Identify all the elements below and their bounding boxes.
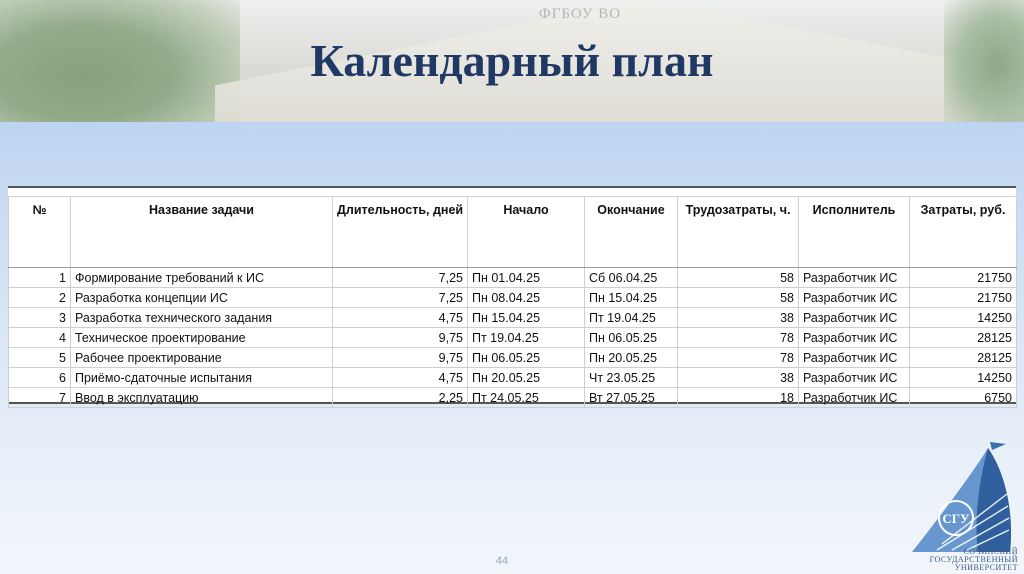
- cell-cost: 21750: [909, 287, 1017, 308]
- cell-finish: Пн 06.05.25: [584, 327, 678, 348]
- cell-cost: 28125: [909, 327, 1017, 348]
- column-header-finish: Окончание: [584, 196, 678, 268]
- table-row: 6 Приёмо-сдаточные испытания 4,75 Пн 20.05.…: [8, 367, 1017, 388]
- table-row: 4 Техническое проектирование 9,75 Пт 19.04.…: [8, 327, 1017, 348]
- cell-duration: 2,25: [332, 387, 468, 408]
- column-header-task-name: Название задачи: [70, 196, 333, 268]
- cell-start: Пн 08.04.25: [467, 287, 585, 308]
- cell-duration: 4,75: [332, 367, 468, 388]
- cell-number: 5: [8, 347, 71, 368]
- cell-labor: 78: [677, 347, 799, 368]
- logo-caption-line: УНИВЕРСИТЕТ: [954, 563, 1018, 572]
- cell-executor: Разработчик ИС: [798, 327, 910, 348]
- column-header-duration: Длительность, дней: [332, 196, 468, 268]
- column-header-number: №: [8, 196, 71, 268]
- cell-number: 2: [8, 287, 71, 308]
- cell-task-name: Формирование требований к ИС: [70, 267, 333, 288]
- cell-number: 1: [8, 267, 71, 288]
- page-title: Календарный план: [310, 35, 714, 86]
- cell-labor: 38: [677, 367, 799, 388]
- cell-task-name: Рабочее проектирование: [70, 347, 333, 368]
- cell-finish: Пт 19.04.25: [584, 307, 678, 328]
- table-header-row: № Название задачи Длительность, дней Нач…: [8, 196, 1017, 268]
- cell-executor: Разработчик ИС: [798, 267, 910, 288]
- cell-start: Пн 15.04.25: [467, 307, 585, 328]
- table-row: 2 Разработка концепции ИС 7,25 Пн 08.04.25 П…: [8, 287, 1017, 308]
- logo-caption: СОЧИНСКИЙ ГОСУДАРСТВЕННЫЙ УНИВЕРСИТЕТ: [930, 548, 1018, 572]
- table-row: 7 Ввод в эксплуатацию 2,25 Пт 24.05.25 Вт 27…: [8, 387, 1017, 408]
- cell-duration: 9,75: [332, 347, 468, 368]
- cell-finish: Чт 23.05.25: [584, 367, 678, 388]
- cell-cost: 28125: [909, 347, 1017, 368]
- column-header-cost: Затраты, руб.: [909, 196, 1017, 268]
- table-row: 1 Формирование требований к ИС 7,25 Пн 01.0…: [8, 267, 1017, 288]
- cell-cost: 14250: [909, 307, 1017, 328]
- cell-task-name: Ввод в эксплуатацию: [70, 387, 333, 408]
- cell-finish: Пн 15.04.25: [584, 287, 678, 308]
- schedule-table: № Название задачи Длительность, дней Нач…: [8, 196, 1017, 408]
- column-header-executor: Исполнитель: [798, 196, 910, 268]
- cell-labor: 18: [677, 387, 799, 408]
- cell-task-name: Техническое проектирование: [70, 327, 333, 348]
- slide-page-number: 44: [495, 555, 509, 567]
- cell-duration: 7,25: [332, 287, 468, 308]
- cell-start: Пт 19.04.25: [467, 327, 585, 348]
- cell-labor: 58: [677, 267, 799, 288]
- cell-executor: Разработчик ИС: [798, 307, 910, 328]
- cell-executor: Разработчик ИС: [798, 367, 910, 388]
- cell-cost: 21750: [909, 267, 1017, 288]
- cell-labor: 58: [677, 287, 799, 308]
- table-row: 5 Рабочее проектирование 9,75 Пн 06.05.25 Пн…: [8, 347, 1017, 368]
- cell-cost: 14250: [909, 367, 1017, 388]
- cell-executor: Разработчик ИС: [798, 287, 910, 308]
- cell-task-name: Разработка концепции ИС: [70, 287, 333, 308]
- cell-start: Пн 06.05.25: [467, 347, 585, 368]
- cell-duration: 4,75: [332, 307, 468, 328]
- column-header-labor: Трудозатраты, ч.: [677, 196, 799, 268]
- cell-finish: Пн 20.05.25: [584, 347, 678, 368]
- cell-number: 4: [8, 327, 71, 348]
- cell-executor: Разработчик ИС: [798, 387, 910, 408]
- cell-labor: 38: [677, 307, 799, 328]
- cell-number: 3: [8, 307, 71, 328]
- table-row: 3 Разработка технического задания 4,75 Пн 1…: [8, 307, 1017, 328]
- logo-abbreviation: СГУ: [942, 511, 970, 526]
- cell-start: Пт 24.05.25: [467, 387, 585, 408]
- cell-labor: 78: [677, 327, 799, 348]
- cell-task-name: Разработка технического задания: [70, 307, 333, 328]
- cell-finish: Сб 06.04.25: [584, 267, 678, 288]
- cell-task-name: Приёмо-сдаточные испытания: [70, 367, 333, 388]
- cell-duration: 9,75: [332, 327, 468, 348]
- cell-start: Пн 01.04.25: [467, 267, 585, 288]
- spreadsheet-table-container: № Название задачи Длительность, дней Нач…: [8, 186, 1017, 408]
- cell-number: 6: [8, 367, 71, 388]
- banner-building-text: ФГБОУ ВО: [538, 6, 622, 22]
- cell-start: Пн 20.05.25: [467, 367, 585, 388]
- cell-number: 7: [8, 387, 71, 408]
- cell-executor: Разработчик ИС: [798, 347, 910, 368]
- cell-finish: Вт 27.05.25: [584, 387, 678, 408]
- cell-duration: 7,25: [332, 267, 468, 288]
- cell-cost: 6750: [909, 387, 1017, 408]
- column-header-start: Начало: [467, 196, 585, 268]
